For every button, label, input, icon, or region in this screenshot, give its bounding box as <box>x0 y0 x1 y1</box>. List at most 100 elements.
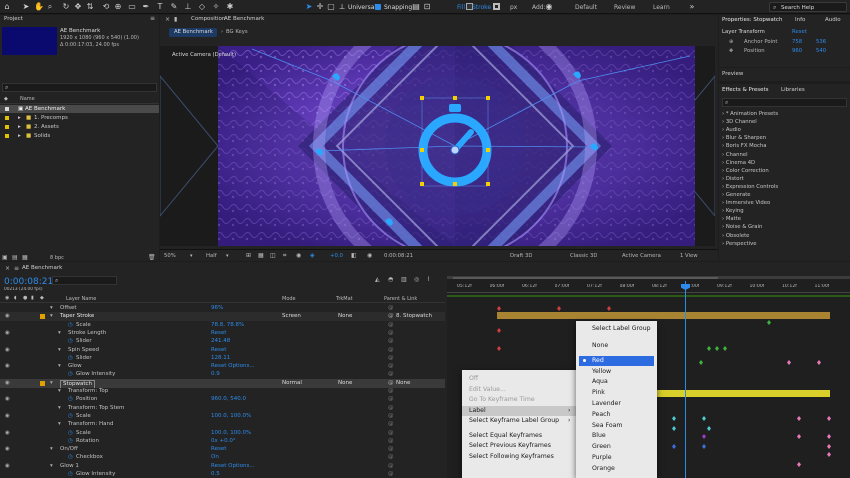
hand-tool-icon[interactable]: ✋ <box>34 3 44 11</box>
new-comp-icon[interactable]: ▦ <box>22 254 28 261</box>
orbit-tool-icon[interactable]: ↻ <box>62 3 70 11</box>
project-item[interactable]: ▸ ■ 2. Assets <box>0 123 159 131</box>
project-item[interactable]: ▣ AE Benchmark <box>0 105 159 113</box>
composition-viewer[interactable] <box>160 46 715 246</box>
label-swatch[interactable] <box>40 314 45 320</box>
context-menu-item[interactable]: Select Keyframe Label Group <box>469 416 559 426</box>
keyframe-marker[interactable] <box>797 462 801 467</box>
px-label[interactable]: px <box>510 4 517 11</box>
effects-category[interactable]: › Keying <box>722 208 744 214</box>
zoom-tool-icon[interactable]: ⌕ <box>46 3 54 11</box>
preview-title[interactable]: Preview <box>722 71 743 77</box>
panel-menu-icon[interactable]: ≡ <box>150 15 155 22</box>
playhead[interactable] <box>685 281 686 478</box>
delete-icon[interactable]: 🗑 <box>148 254 156 261</box>
context-menu-item[interactable]: Select Equal Keyframes <box>469 431 542 441</box>
properties-title[interactable]: Properties: Stopwatch <box>722 17 782 23</box>
audio-column-icon[interactable]: ◖ <box>14 295 17 301</box>
keyframe-marker[interactable] <box>827 416 831 421</box>
home-icon[interactable]: ⌂ <box>3 3 11 11</box>
renderer-label[interactable]: Draft 3D <box>510 253 532 259</box>
label-swatch[interactable] <box>40 380 45 386</box>
shy-icon[interactable]: ◓ <box>388 276 393 283</box>
frame-blending-icon[interactable]: ▥ <box>401 276 407 283</box>
keyframe-marker[interactable] <box>702 434 706 439</box>
property-value[interactable]: 0.5 <box>211 470 220 478</box>
type-tool-icon[interactable]: T <box>156 3 164 11</box>
effects-title[interactable]: Effects & Presets <box>722 87 769 93</box>
label-submenu-header[interactable]: Select Label Group <box>592 324 651 334</box>
stopwatch-icon[interactable]: ◷ <box>68 470 73 478</box>
anchor-point-y[interactable]: 536 <box>816 39 826 45</box>
effects-category[interactable]: › Matte <box>722 216 741 222</box>
keyframe-marker[interactable] <box>817 360 821 365</box>
effects-category[interactable]: › Generate <box>722 192 751 198</box>
color-management-icon[interactable]: ◈ <box>310 252 315 259</box>
rotate-tool-icon[interactable]: ⟲ <box>102 3 110 11</box>
mask-visibility-icon[interactable]: ◫ <box>270 252 276 259</box>
timeline-tab[interactable]: AE Benchmark <box>22 265 62 271</box>
pointer-icon[interactable]: ➤ <box>305 3 313 11</box>
add-dropdown-icon[interactable]: ◉ <box>545 3 553 11</box>
show-snapshot-icon[interactable]: ◉ <box>367 252 372 259</box>
snap-edge-icon[interactable]: ▤ <box>412 3 420 11</box>
roto-brush-tool-icon[interactable]: ✧ <box>212 3 220 11</box>
pan-behind-tool-icon[interactable]: ⊕ <box>114 3 122 11</box>
interpret-footage-icon[interactable]: ▣ <box>2 254 8 261</box>
composition-panel-comp-name[interactable]: AE Benchmark <box>224 16 264 22</box>
context-menu-item[interactable]: Off <box>469 374 478 384</box>
tab-info[interactable]: Info <box>795 17 805 23</box>
project-item[interactable]: ▸ ■ Solids <box>0 132 159 140</box>
label-menu-item[interactable]: Purple <box>592 453 612 463</box>
tab-libraries[interactable]: Libraries <box>781 87 805 93</box>
eraser-tool-icon[interactable]: ◇ <box>198 3 206 11</box>
keyframe-marker[interactable] <box>827 434 831 439</box>
label-menu-item[interactable]: Pink <box>592 388 605 398</box>
context-menu-item[interactable]: Label <box>469 406 486 416</box>
keyframe-marker[interactable] <box>827 452 831 457</box>
label-menu-item[interactable]: Blue <box>592 431 606 441</box>
position-x[interactable]: 960 <box>792 48 802 54</box>
label-column-icon[interactable]: ◆ <box>40 295 44 301</box>
reset-link[interactable]: Reset <box>792 29 807 35</box>
effects-category[interactable]: › Immersive Video <box>722 200 770 206</box>
label-column-icon[interactable]: ◆ <box>4 96 8 102</box>
timeline-menu-icon[interactable]: ≡ <box>14 265 19 272</box>
bpc-label[interactable]: 8 bpc <box>50 255 64 261</box>
project-item[interactable]: ▸ ■ 1. Precomps <box>0 114 159 122</box>
keyframe-marker[interactable] <box>827 444 831 449</box>
keyframe-marker[interactable] <box>797 434 801 439</box>
snapping-label[interactable]: Snapping <box>384 4 412 11</box>
parent-header[interactable]: Parent & Link <box>384 296 417 302</box>
tab-bg-keys[interactable]: BG Keys <box>226 29 248 35</box>
keyframe-marker[interactable] <box>707 426 711 431</box>
timeline-row[interactable]: ◷ Glow Intensity 0.5 @ <box>0 470 445 478</box>
keyframe-marker[interactable] <box>607 306 611 311</box>
tab-ae-benchmark[interactable]: AE Benchmark <box>169 28 217 37</box>
effects-category[interactable]: › Blur & Sharpen <box>722 135 766 141</box>
visibility-column-icon[interactable]: ◉ <box>5 295 9 301</box>
keyframe-marker[interactable] <box>715 346 719 351</box>
keyframe-marker[interactable] <box>767 320 771 325</box>
renderer-mode-dropdown[interactable]: Classic 3D <box>570 253 597 259</box>
keyframe-marker[interactable] <box>699 360 703 365</box>
solo-column-icon[interactable]: ● <box>23 295 27 301</box>
workspace-menu-icon[interactable]: » <box>688 3 696 11</box>
keyframe-marker[interactable] <box>797 416 801 421</box>
universal-label[interactable]: Universal <box>348 4 376 11</box>
context-menu-item[interactable]: Go To Keyframe Time <box>469 395 535 405</box>
keyframe-marker[interactable] <box>497 346 501 351</box>
close-icon[interactable]: × <box>165 16 170 23</box>
effects-search-input[interactable]: ⌕ <box>722 98 847 107</box>
resolution-dropdown[interactable]: Half <box>206 253 217 259</box>
effects-category[interactable]: › Channel <box>722 152 748 158</box>
project-search-input[interactable]: ⌕ <box>2 83 157 92</box>
close-icon[interactable]: × <box>5 265 10 272</box>
context-menu-item[interactable]: Select Following Keyframes <box>469 452 554 462</box>
effects-category[interactable]: › Color Correction <box>722 168 769 174</box>
keyframe-marker[interactable] <box>672 416 676 421</box>
effects-category[interactable]: › Noise & Grain <box>722 224 762 230</box>
effects-category[interactable]: › Distort <box>722 176 744 182</box>
brush-tool-icon[interactable]: ✎ <box>170 3 178 11</box>
label-menu-item[interactable]: Red <box>592 356 604 366</box>
